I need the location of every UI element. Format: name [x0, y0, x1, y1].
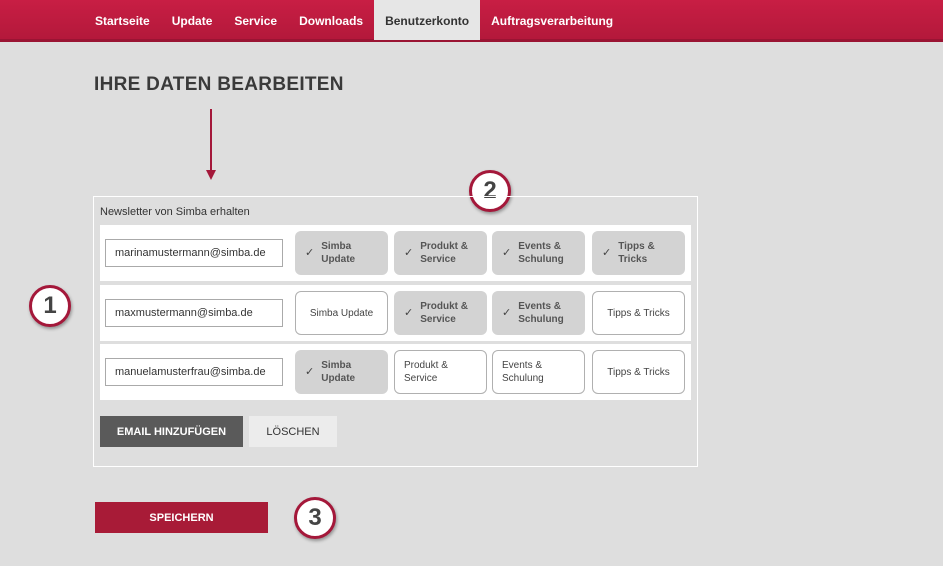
newsletter-label: Newsletter von Simba erhalten [100, 206, 250, 218]
nav-item-service[interactable]: Service [223, 0, 288, 40]
check-icon: ✓ [404, 306, 414, 319]
check-icon: ✓ [305, 365, 315, 378]
tag-label: Produkt & Service [420, 301, 468, 325]
subscription-row: ✓ Simba Update Produkt & Service Events … [100, 344, 691, 400]
tag-label: Tipps & Tricks [618, 241, 655, 265]
top-navigation-bar: Startseite Update Service Downloads Benu… [0, 0, 943, 42]
email-field[interactable] [105, 358, 283, 386]
add-email-button[interactable]: EMAIL HINZUFÜGEN [100, 416, 243, 447]
tag-label: Events & Schulung [518, 301, 564, 325]
nav-item-startseite[interactable]: Startseite [84, 0, 161, 40]
newsletter-panel: Newsletter von Simba erhalten ✓ Simba Up… [93, 196, 698, 467]
tag-label: Simba Update [321, 360, 356, 384]
annotation-callout-3: 3 [294, 497, 336, 539]
tag-label: Tipps & Tricks [607, 307, 670, 319]
tag-label: Produkt & Service [404, 360, 448, 384]
page-title: IHRE DATEN BEARBEITEN [94, 74, 344, 95]
tag-tipps-tricks[interactable]: ✓ Tipps & Tricks [592, 231, 685, 275]
annotation-arrow-shaft [210, 109, 212, 173]
delete-button[interactable]: LÖSCHEN [249, 416, 337, 447]
tag-label: Simba Update [321, 241, 356, 265]
check-icon: ✓ [502, 246, 512, 259]
nav-item-update[interactable]: Update [161, 0, 224, 40]
email-field[interactable] [105, 299, 283, 327]
check-icon: ✓ [404, 246, 414, 259]
tag-simba-update[interactable]: ✓ Simba Update [295, 350, 388, 394]
subscription-row: Simba Update ✓ Produkt & Service ✓ Event… [100, 285, 691, 341]
annotation-callout-1: 1 [29, 285, 71, 327]
check-icon: ✓ [602, 246, 612, 259]
nav-item-auftragsverarbeitung[interactable]: Auftragsverarbeitung [480, 0, 624, 40]
nav-items: Startseite Update Service Downloads Benu… [84, 0, 624, 40]
tag-label: Events & Schulung [518, 241, 564, 265]
tag-tipps-tricks[interactable]: Tipps & Tricks [592, 291, 685, 335]
check-icon: ✓ [502, 306, 512, 319]
nav-item-downloads[interactable]: Downloads [288, 0, 374, 40]
annotation-arrow-down-icon [206, 170, 216, 180]
tag-produkt-service[interactable]: ✓ Produkt & Service [394, 291, 487, 335]
tag-label: Produkt & Service [420, 241, 468, 265]
nav-item-benutzerkonto[interactable]: Benutzerkonto [374, 0, 481, 40]
tag-label: Events & Schulung [502, 360, 544, 384]
tag-simba-update[interactable]: ✓ Simba Update [295, 231, 388, 275]
tag-produkt-service[interactable]: Produkt & Service [394, 350, 487, 394]
tag-label: Tipps & Tricks [607, 366, 670, 378]
tag-events-schulung[interactable]: ✓ Events & Schulung [492, 291, 585, 335]
subscription-row: ✓ Simba Update ✓ Produkt & Service ✓ Eve… [100, 225, 691, 281]
email-field[interactable] [105, 239, 283, 267]
check-icon: ✓ [305, 246, 315, 259]
tag-label: Simba Update [309, 307, 374, 319]
tag-events-schulung[interactable]: Events & Schulung [492, 350, 585, 394]
tag-produkt-service[interactable]: ✓ Produkt & Service [394, 231, 487, 275]
tag-tipps-tricks[interactable]: Tipps & Tricks [592, 350, 685, 394]
tag-events-schulung[interactable]: ✓ Events & Schulung [492, 231, 585, 275]
tag-simba-update[interactable]: Simba Update [295, 291, 388, 335]
save-button[interactable]: SPEICHERN [95, 502, 268, 533]
